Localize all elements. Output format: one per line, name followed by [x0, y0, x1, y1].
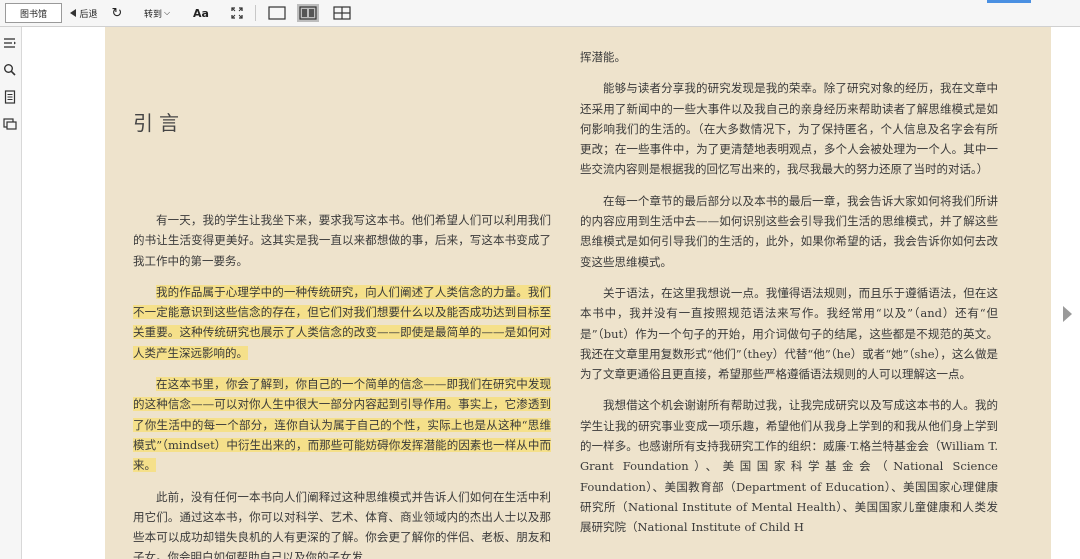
back-label: 后退	[79, 9, 98, 20]
right-paragraph: 能够与读者分享我的研究发现是我的荣幸。除了研究对象的经历，我在文章中还采用了新闻…	[580, 81, 998, 177]
left-paragraph: 此前，没有任何一本书向人们阐释过这种思维模式并告诉人们如何在生活中利用它们。通过…	[133, 489, 551, 559]
left-paragraph: 有一天，我的学生让我坐下来，要求我写这本书。他们希望人们可以利用我们的书让生活变…	[133, 213, 551, 268]
back-arrow-icon	[70, 9, 77, 17]
grid-view-button[interactable]	[331, 4, 353, 22]
fit-screen-icon	[231, 7, 243, 19]
goto-dropdown[interactable]: 转到 ⌵	[140, 3, 174, 23]
right-paragraph: 挥潜能。	[580, 50, 626, 64]
double-page-icon	[299, 6, 317, 20]
fit-screen-button[interactable]	[228, 3, 246, 23]
right-paragraph: 关于语法，在这里我想说一点。我懂得语法规则，而且乐于遵循语法，但在这本书中，我并…	[580, 285, 998, 382]
single-page-icon	[268, 6, 286, 20]
left-paragraph-highlighted: 在这本书里，你会了解到，你自己的一个简单的信念——即我们在研究中发现的这种信念—…	[133, 377, 551, 473]
accent-bar	[987, 0, 1031, 3]
back-button[interactable]: 后退	[68, 3, 100, 23]
font-settings-button[interactable]: Aa	[190, 3, 212, 23]
goto-label: 转到	[143, 9, 162, 20]
left-paragraph-highlighted: 我的作品属于心理学中的一种传统研究，向人们阐述了人类信念的力量。我们不一定能意识…	[133, 284, 551, 360]
right-paragraph: 我想借这个机会谢谢所有帮助过我，让我完成研究以及写成这本书的人。我的学生让我的研…	[580, 398, 998, 535]
bookmarks-button[interactable]	[3, 116, 17, 130]
left-column: 有一天，我的学生让我坐下来，要求我写这本书。他们希望人们可以利用我们的书让生活变…	[133, 210, 551, 559]
double-page-button[interactable]	[297, 4, 319, 22]
document-icon	[4, 90, 16, 104]
refresh-icon: ↻	[111, 5, 123, 21]
table-of-contents-icon	[4, 38, 16, 48]
book-page[interactable]: 引言 有一天，我的学生让我坐下来，要求我写这本书。他们希望人们可以利用我们的书让…	[105, 27, 1051, 559]
chapter-title: 引言	[133, 111, 185, 135]
left-sidebar	[0, 27, 22, 559]
toolbar: 图书馆 后退 ↻ 转到 ⌵ Aa	[0, 0, 1080, 27]
reading-area: 引言 有一天，我的学生让我坐下来，要求我写这本书。他们希望人们可以利用我们的书让…	[22, 27, 1080, 559]
search-button[interactable]	[3, 62, 17, 76]
right-paragraph: 在每一个章节的最后部分以及本书的最后一章，我会告诉大家如何将我们所讲的内容应用到…	[580, 193, 998, 269]
toc-button[interactable]	[3, 35, 17, 49]
pages-icon	[3, 118, 17, 130]
library-button[interactable]: 图书馆	[5, 3, 62, 23]
chevron-down-icon: ⌵	[163, 8, 171, 17]
right-column: 挥潜能。 能够与读者分享我的研究发现是我的荣幸。除了研究对象的经历，我在文章中还…	[580, 47, 998, 549]
refresh-button[interactable]: ↻	[108, 3, 126, 23]
toolbar-divider	[255, 5, 256, 21]
notes-button[interactable]	[3, 89, 17, 104]
search-icon	[4, 64, 16, 76]
single-page-button[interactable]	[266, 4, 288, 22]
next-page-arrow-icon[interactable]	[1063, 306, 1072, 322]
grid-view-icon	[333, 6, 351, 20]
